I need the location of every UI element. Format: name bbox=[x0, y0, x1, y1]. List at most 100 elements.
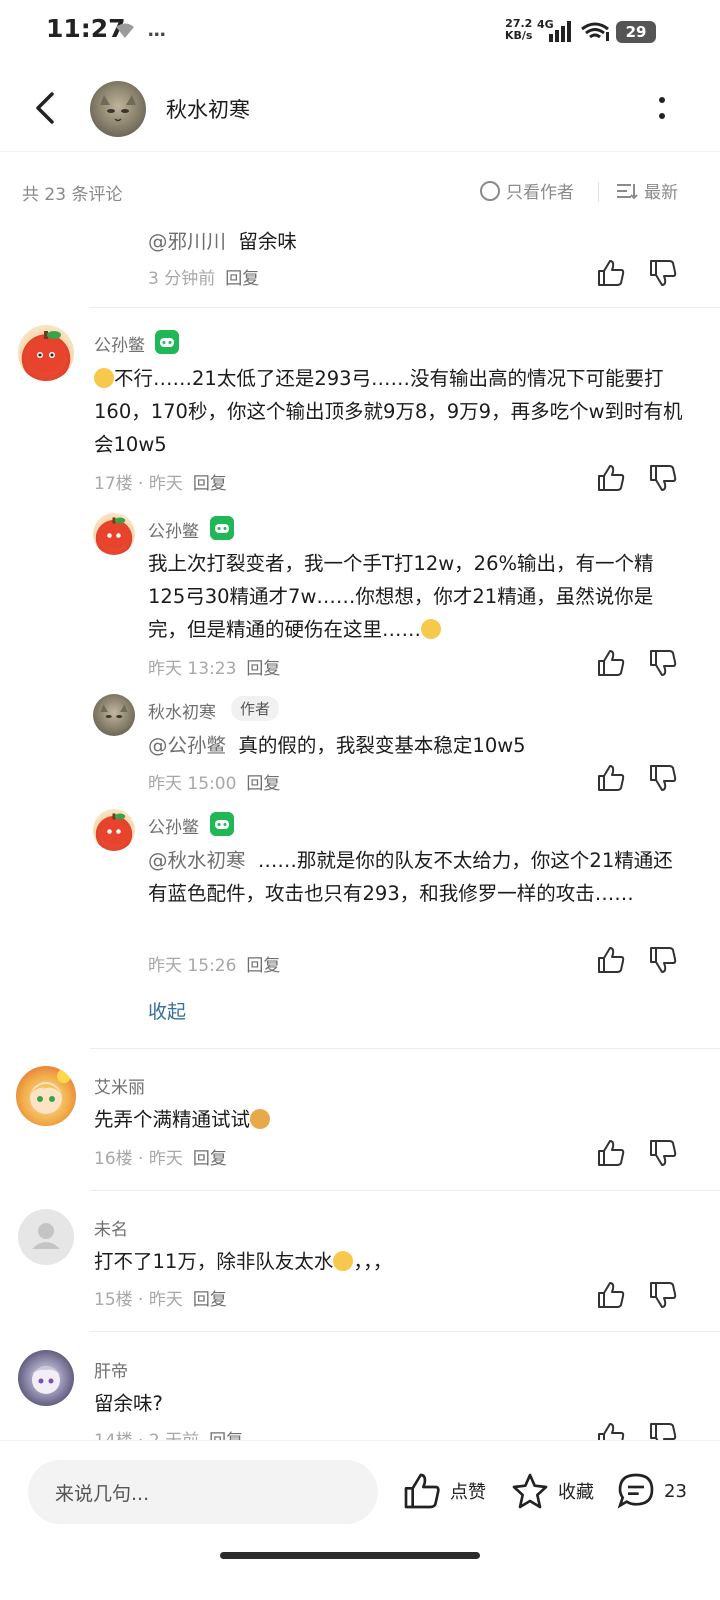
comment-divider bbox=[90, 1190, 720, 1191]
thumbs-down-icon[interactable] bbox=[648, 258, 678, 288]
more-status-icon: … bbox=[147, 20, 166, 41]
comment-sort-bar: 共 23 条评论 只看作者 最新 bbox=[0, 152, 720, 230]
reply-button[interactable]: 回复 bbox=[246, 774, 280, 794]
mention-link[interactable]: @秋水初寒 bbox=[148, 849, 246, 872]
comment-count-label: 23 bbox=[664, 1480, 687, 1502]
wifi-question-icon bbox=[116, 23, 134, 38]
author-avatar[interactable] bbox=[90, 81, 146, 137]
comments-button[interactable]: 23 bbox=[616, 1471, 687, 1511]
comment-text: 留余味? bbox=[94, 1387, 684, 1420]
floor-time: 16楼 · 昨天 bbox=[94, 1149, 183, 1169]
thumbs-up-icon[interactable] bbox=[596, 1280, 626, 1310]
sort-latest-button[interactable]: 最新 bbox=[616, 178, 678, 203]
user-avatar[interactable] bbox=[18, 1209, 74, 1265]
comment-meta: 15楼 · 昨天 回复 bbox=[94, 1285, 227, 1310]
speed-unit: KB/s bbox=[505, 29, 533, 42]
signal-icon bbox=[549, 21, 571, 42]
comment-divider bbox=[90, 307, 720, 308]
like-post-button[interactable]: 点赞 bbox=[402, 1471, 486, 1511]
mention-link[interactable]: @公孙鳖 bbox=[148, 734, 226, 757]
radio-circle-icon bbox=[480, 180, 500, 201]
thumbs-down-icon[interactable] bbox=[648, 763, 678, 793]
comment-time: 3 分钟前 bbox=[148, 269, 216, 289]
reply-time: 昨天 15:00 bbox=[148, 774, 237, 794]
gamepad-badge-icon bbox=[210, 812, 234, 836]
favorite-button[interactable]: 收藏 bbox=[510, 1471, 594, 1511]
username[interactable]: 秋水初寒 bbox=[148, 698, 216, 723]
thumbs-up-icon[interactable] bbox=[596, 258, 626, 288]
user-avatar[interactable] bbox=[93, 694, 135, 736]
comment-body: 先弄个满精通试试 bbox=[94, 1108, 251, 1131]
thumbs-down-icon[interactable] bbox=[648, 945, 678, 975]
thumbs-up-icon[interactable] bbox=[596, 648, 626, 678]
reply-body: 真的假的，我裂变基本稳定10w5 bbox=[238, 734, 526, 757]
user-avatar[interactable] bbox=[16, 1066, 76, 1126]
reply-button[interactable]: 回复 bbox=[225, 269, 259, 289]
reply-text: @公孙鳖 真的假的，我裂变基本稳定10w5 bbox=[148, 729, 688, 762]
only-author-toggle[interactable]: 只看作者 bbox=[480, 178, 574, 203]
cookie-emoji-icon bbox=[250, 1109, 271, 1129]
username[interactable]: 公孙鳖 bbox=[148, 813, 199, 838]
comment-text: 先弄个满精通试试 bbox=[94, 1103, 684, 1136]
wifi-icon bbox=[581, 22, 609, 41]
thumbs-up-icon[interactable] bbox=[596, 763, 626, 793]
apple-character-icon bbox=[100, 517, 128, 549]
collapse-replies-button[interactable]: 收起 bbox=[148, 997, 186, 1024]
more-options-button[interactable] bbox=[650, 88, 674, 128]
user-avatar[interactable] bbox=[93, 809, 135, 851]
comment-suffix: ，，， bbox=[353, 1250, 393, 1273]
floor-time: 17楼 · 昨天 bbox=[94, 474, 183, 494]
comment-meta: 16楼 · 昨天 回复 bbox=[94, 1144, 227, 1169]
comment-input[interactable]: 来说几句... bbox=[28, 1460, 378, 1524]
reply-meta: 昨天 15:26 回复 bbox=[148, 951, 280, 976]
username[interactable]: 公孙鳖 bbox=[148, 517, 199, 542]
username[interactable]: 未名 bbox=[94, 1215, 128, 1240]
like-label: 点赞 bbox=[450, 1482, 486, 1503]
gamepad-badge-icon bbox=[155, 330, 179, 354]
thumbs-up-icon[interactable] bbox=[596, 463, 626, 493]
username[interactable]: 公孙鳖 bbox=[94, 331, 145, 356]
comment-body: 不行……21太低了还是293弓……没有输出高的情况下可能要打160，170秒，你… bbox=[94, 367, 683, 456]
thumbs-up-icon bbox=[404, 1473, 440, 1509]
anime-character-icon bbox=[30, 1069, 71, 1114]
comment-count: 共 23 条评论 bbox=[22, 185, 123, 205]
thumbs-up-icon[interactable] bbox=[596, 1138, 626, 1168]
user-avatar[interactable] bbox=[18, 325, 74, 381]
tongue-emoji-icon bbox=[333, 1251, 354, 1271]
comment-meta: 17楼 · 昨天 回复 bbox=[94, 469, 227, 494]
reply-button[interactable]: 回复 bbox=[193, 1290, 227, 1310]
reply-button[interactable]: 回复 bbox=[246, 956, 280, 976]
only-author-label: 只看作者 bbox=[506, 183, 574, 203]
username[interactable]: 艾米丽 bbox=[94, 1073, 145, 1098]
mention-link[interactable]: @邪川川 bbox=[148, 230, 226, 253]
thumbs-down-icon[interactable] bbox=[648, 1280, 678, 1310]
apple-character-icon bbox=[28, 331, 64, 373]
floor-time: 15楼 · 昨天 bbox=[94, 1290, 183, 1310]
thumbs-down-icon[interactable] bbox=[648, 648, 678, 678]
thumbs-down-icon[interactable] bbox=[648, 1138, 678, 1168]
page-title: 秋水初寒 bbox=[166, 98, 250, 122]
comment-text: 打不了11万，除非队友太水 ，，， bbox=[94, 1245, 684, 1278]
reply-meta: 昨天 15:00 回复 bbox=[148, 769, 280, 794]
battery-indicator: 29 bbox=[616, 21, 656, 43]
cat-face-icon bbox=[100, 95, 136, 122]
apple-character-icon bbox=[100, 813, 128, 845]
reply-button[interactable]: 回复 bbox=[246, 659, 280, 679]
status-extra-icons: … bbox=[114, 20, 166, 41]
user-avatar[interactable] bbox=[18, 1350, 74, 1406]
username[interactable]: 肝帝 bbox=[94, 1357, 128, 1382]
reply-button[interactable]: 回复 bbox=[193, 1149, 227, 1169]
thumbs-up-icon[interactable] bbox=[596, 945, 626, 975]
comment-body: 留余味 bbox=[238, 230, 297, 253]
sort-list-icon bbox=[617, 183, 638, 199]
reply-button[interactable]: 回复 bbox=[193, 474, 227, 494]
back-button[interactable] bbox=[26, 88, 66, 128]
comment-bubble-icon bbox=[617, 1473, 654, 1509]
anime-character-icon bbox=[30, 1366, 62, 1394]
thumbs-down-icon[interactable] bbox=[648, 463, 678, 493]
input-placeholder: 来说几句... bbox=[55, 1483, 150, 1505]
user-avatar[interactable] bbox=[93, 513, 135, 555]
reply-body: 我上次打裂变者，我一个手T打12w，26%输出，有一个精125弓30精通才7w…… bbox=[148, 552, 654, 641]
reply-time: 昨天 13:23 bbox=[148, 659, 237, 679]
comment-body: 打不了11万，除非队友太水 bbox=[94, 1250, 334, 1273]
